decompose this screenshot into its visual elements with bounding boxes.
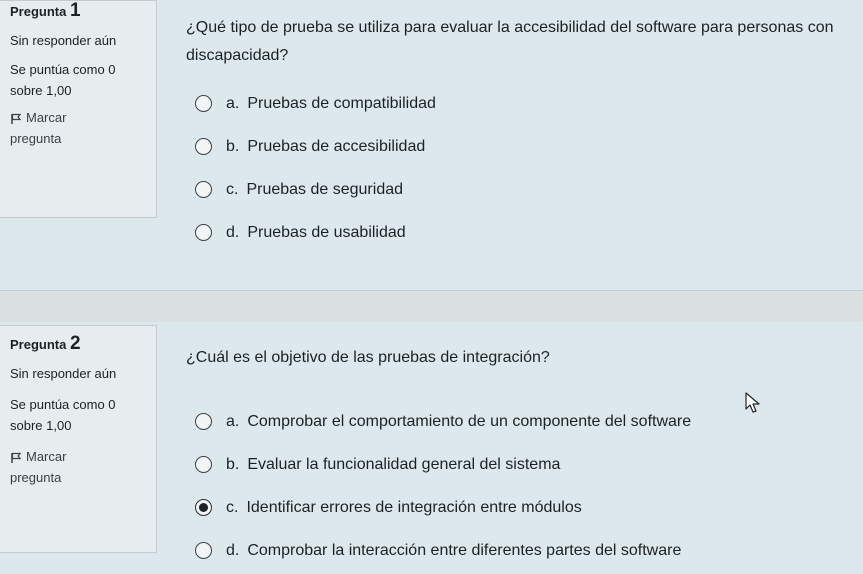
question-grade: Se puntúa como 0 sobre 1,00 [10,397,116,433]
radio-button[interactable] [195,456,212,473]
radio-button[interactable] [195,224,212,241]
question-state: Sin responder aún [10,33,117,48]
flag-icon [11,452,22,463]
question-info-panel: Pregunta 2 Sin responder aún Se puntúa c… [0,325,157,553]
answer-option-c[interactable]: c. Identificar errores de integración en… [186,486,849,529]
answer-text: Comprobar el comportamiento de un compon… [247,412,692,430]
question-number: Pregunta 2 [10,334,156,355]
answer-text: Pruebas de compatibilidad [247,94,436,112]
question-number: Pregunta 1 [10,1,156,22]
question-state: Sin responder aún [10,366,117,381]
answer-text: Identificar errores de integración entre… [246,498,582,516]
answer-option-d[interactable]: d. Comprobar la interacción entre difere… [186,529,849,572]
answer-text: Comprobar la interacción entre diferente… [247,541,682,559]
answer-text: Pruebas de usabilidad [247,223,406,241]
answer-option-c[interactable]: c. Pruebas de seguridad [186,168,849,211]
question-1: Pregunta 1 Sin responder aún Se puntúa c… [0,0,863,291]
quiz-page: Pregunta 1 Sin responder aún Se puntúa c… [0,0,863,574]
answer-text: Evaluar la funcionalidad general del sis… [247,455,561,473]
question-2: Pregunta 2 Sin responder aún Se puntúa c… [0,322,863,574]
question-content: ¿Qué tipo de prueba se utiliza para eval… [186,14,849,254]
answer-option-b[interactable]: b. Evaluar la funcionalidad general del … [186,443,849,486]
radio-button[interactable] [195,95,212,112]
question-info-panel: Pregunta 1 Sin responder aún Se puntúa c… [0,0,157,218]
answer-text: Pruebas de seguridad [246,180,404,198]
question-content: ¿Cuál es el objetivo de las pruebas de i… [186,344,849,572]
mouse-cursor-icon [745,392,760,413]
question-text: ¿Qué tipo de prueba se utiliza para eval… [186,19,834,64]
answer-option-d[interactable]: d. Pruebas de usabilidad [186,211,849,254]
question-number-label: Pregunta [10,337,67,352]
answer-letter: a. [226,94,240,112]
answer-letter: b. [226,455,240,473]
radio-button[interactable] [195,181,212,198]
question-number-value: 1 [69,0,81,21]
flag-question-link[interactable]: Marcar pregunta [10,446,120,488]
radio-button[interactable] [195,413,212,430]
flag-question-link[interactable]: Marcar pregunta [10,107,120,149]
answer-text: Pruebas de accesibilidad [247,137,426,155]
answer-list: a. Comprobar el comportamiento de un com… [186,400,849,572]
radio-dot [199,503,208,512]
answer-option-b[interactable]: b. Pruebas de accesibilidad [186,125,849,168]
question-number-value: 2 [69,333,81,354]
answer-option-a[interactable]: a. Pruebas de compatibilidad [186,82,849,125]
answer-letter: d. [226,223,240,241]
flag-icon [11,113,22,124]
radio-button[interactable] [195,138,212,155]
answer-letter: c. [226,498,239,516]
question-number-label: Pregunta [10,4,67,19]
answer-letter: d. [226,541,240,559]
answer-list: a. Pruebas de compatibilidad b. Pruebas … [186,82,849,254]
question-text: ¿Cuál es el objetivo de las pruebas de i… [186,349,550,366]
question-grade: Se puntúa como 0 sobre 1,00 [10,62,116,98]
answer-letter: b. [226,137,240,155]
answer-letter: a. [226,412,240,430]
radio-button-selected[interactable] [195,499,212,516]
radio-button[interactable] [195,542,212,559]
answer-letter: c. [226,180,239,198]
